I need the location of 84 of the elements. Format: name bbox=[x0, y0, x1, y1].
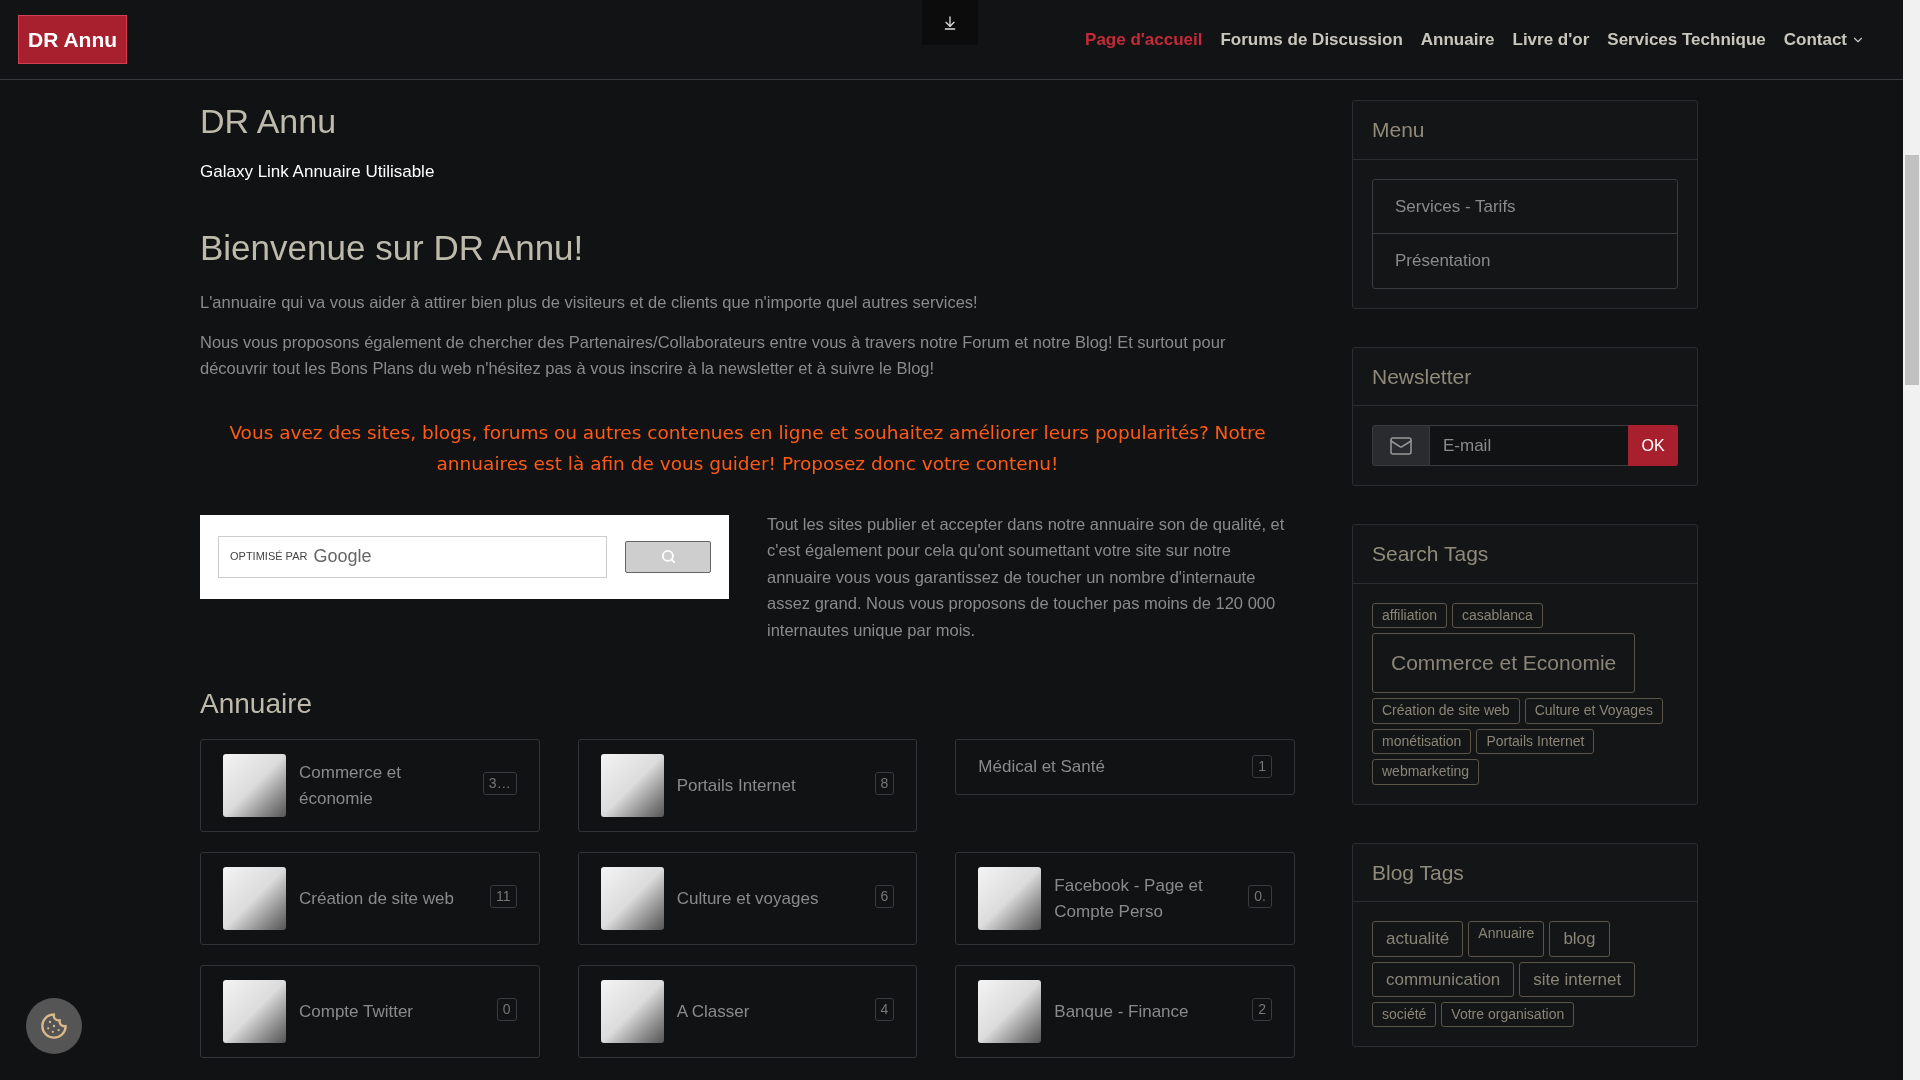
tag-link[interactable]: communication bbox=[1372, 961, 1515, 997]
cookie-button[interactable] bbox=[26, 998, 82, 1054]
widget-title: Search Tags bbox=[1372, 541, 1490, 567]
nav-link[interactable]: Livre d'or bbox=[1512, 26, 1590, 53]
photo-placeholder bbox=[223, 754, 286, 817]
site-logo[interactable]: DR Annu bbox=[18, 14, 128, 65]
info-paragraph: Tout les sites publier et accepter dans notre annuaire son de qualité, et c'est également pour cela qu'ont soumettant votre site sur notre annuaire vous vous garantissez de toucher un nombre d'internaute assez grand. Nous vous proposons de toucher pas moins de 120 000 internautes unique par mois. bbox=[767, 513, 1286, 641]
tag-link[interactable]: société bbox=[1372, 1001, 1437, 1028]
menu-link[interactable]: Services - Tarifs bbox=[1373, 179, 1677, 234]
category-card[interactable]: Création de site web 11 bbox=[200, 852, 540, 945]
intro-paragraph: L'annuaire qui va vous aider à attirer bien plus de visiteurs et de clients que n'importe quel autres services! bbox=[200, 291, 979, 313]
tag-link[interactable]: Portails Internet bbox=[1476, 728, 1595, 755]
category-name: Compte Twitter bbox=[299, 1000, 413, 1023]
nav-link[interactable]: Annuaire bbox=[1420, 26, 1495, 53]
category-card[interactable]: Portails Internet 8 bbox=[577, 739, 918, 832]
category-name: Création de site web bbox=[299, 887, 454, 910]
menu-link[interactable]: Présentation bbox=[1373, 234, 1677, 288]
scroll-down-button[interactable] bbox=[922, 0, 978, 45]
count-badge: 1 bbox=[1252, 755, 1272, 779]
category-name: Commerce et économie bbox=[299, 761, 403, 810]
category-name: Culture et voyages bbox=[676, 887, 819, 910]
category-name: Banque - Finance bbox=[1054, 1000, 1189, 1023]
search-field[interactable]: OPTIMISÉ PAR Google bbox=[218, 535, 608, 578]
tag-link[interactable]: affiliation bbox=[1372, 602, 1447, 628]
category-card[interactable]: Banque - Finance 2 bbox=[955, 965, 1295, 1058]
tag-link[interactable]: monétisation bbox=[1372, 728, 1472, 755]
nav-link[interactable]: Page d'accueil bbox=[1085, 26, 1203, 53]
count-badge: 6 bbox=[874, 885, 895, 908]
search-icon bbox=[660, 549, 676, 564]
tag-link[interactable]: Commerce et Economie bbox=[1372, 633, 1636, 694]
category-card[interactable]: Compte Twitter 0 bbox=[200, 965, 540, 1058]
tag-link[interactable]: site internet bbox=[1519, 961, 1636, 997]
site-title: DR Annu bbox=[200, 101, 338, 142]
count-badge: 11 bbox=[490, 885, 517, 908]
count-badge: 3… bbox=[482, 772, 517, 795]
section-heading: Annuaire bbox=[200, 687, 314, 721]
photo-placeholder bbox=[600, 867, 664, 930]
photo-placeholder bbox=[600, 980, 664, 1043]
nav-link[interactable]: Forums de Discussion bbox=[1220, 26, 1403, 53]
photo-placeholder bbox=[223, 980, 286, 1043]
count-badge: 0. bbox=[1248, 885, 1272, 908]
count-badge: 2 bbox=[1252, 998, 1272, 1021]
welcome-heading: Bienvenue sur DR Annu! bbox=[200, 227, 585, 269]
tag-link[interactable]: Création de site web bbox=[1372, 698, 1520, 724]
cookie-icon bbox=[40, 1012, 68, 1040]
powered-by-label: OPTIMISÉ PAR bbox=[230, 549, 308, 565]
tag-link[interactable]: webmarketing bbox=[1372, 759, 1480, 785]
email-field[interactable]: E-mail bbox=[1430, 425, 1628, 466]
category-name: Portails Internet bbox=[676, 774, 796, 797]
photo-placeholder bbox=[978, 980, 1042, 1043]
site-tagline: Galaxy Link Annuaire Utilisable bbox=[200, 160, 436, 183]
count-badge: 4 bbox=[874, 998, 895, 1021]
scrollbar[interactable] bbox=[1903, 0, 1920, 1080]
category-card[interactable]: A Classer 4 bbox=[577, 965, 918, 1058]
tag-link[interactable]: actualité bbox=[1372, 921, 1464, 957]
widget-title: Blog Tags bbox=[1372, 859, 1465, 886]
scrollbar-thumb[interactable] bbox=[1904, 155, 1919, 385]
callout-text: Vous avez des sites, blogs, forums ou autres contenues en ligne et souhaitez améliorer leurs popularités? Notre annuaires est là afin de vous guider! Proposez donc votre contenu! bbox=[228, 420, 1267, 476]
widget-title: Menu bbox=[1372, 117, 1426, 143]
tag-link[interactable]: Votre organisation bbox=[1441, 1001, 1575, 1028]
search-button[interactable] bbox=[625, 540, 711, 573]
nav-link[interactable]: Contact bbox=[1783, 26, 1865, 53]
tag-link[interactable]: Culture et Voyages bbox=[1524, 698, 1663, 724]
subscribe-button[interactable]: OK bbox=[1628, 425, 1678, 466]
tag-link[interactable]: blog bbox=[1549, 921, 1610, 957]
google-wordmark: Google bbox=[313, 545, 372, 568]
count-badge: 8 bbox=[874, 772, 895, 795]
category-name: Facebook - Page et Compte Perso bbox=[1054, 874, 1204, 923]
nav-link[interactable]: Services Technique bbox=[1607, 26, 1766, 53]
intro-paragraph: Nous vous proposons également de chercher des Partenaires/Collaborateurs entre vous à travers notre Forum et notre Blog! Et surtout pour découvrir tout les Bons Plans du web n'hésitez pas à vous inscrire à la newsletter et à suivre le Blog! bbox=[200, 331, 1227, 379]
category-card[interactable]: Médical et Santé 1 bbox=[955, 739, 1295, 795]
category-card[interactable]: Commerce et économie 3… bbox=[200, 739, 540, 832]
photo-placeholder bbox=[600, 754, 664, 817]
photo-placeholder bbox=[978, 867, 1042, 930]
tag-link[interactable]: Annuaire bbox=[1468, 921, 1545, 957]
category-name: A Classer bbox=[676, 1000, 750, 1023]
tag-link[interactable]: casablanca bbox=[1452, 602, 1543, 628]
widget-title: Newsletter bbox=[1372, 363, 1473, 390]
category-card[interactable]: Facebook - Page et Compte Perso 0. bbox=[955, 852, 1295, 945]
photo-placeholder bbox=[223, 867, 286, 930]
count-badge: 0 bbox=[496, 998, 517, 1021]
category-card[interactable]: Culture et voyages 6 bbox=[577, 852, 918, 945]
arrow-down-icon bbox=[942, 14, 958, 31]
category-name: Médical et Santé bbox=[978, 756, 1105, 778]
